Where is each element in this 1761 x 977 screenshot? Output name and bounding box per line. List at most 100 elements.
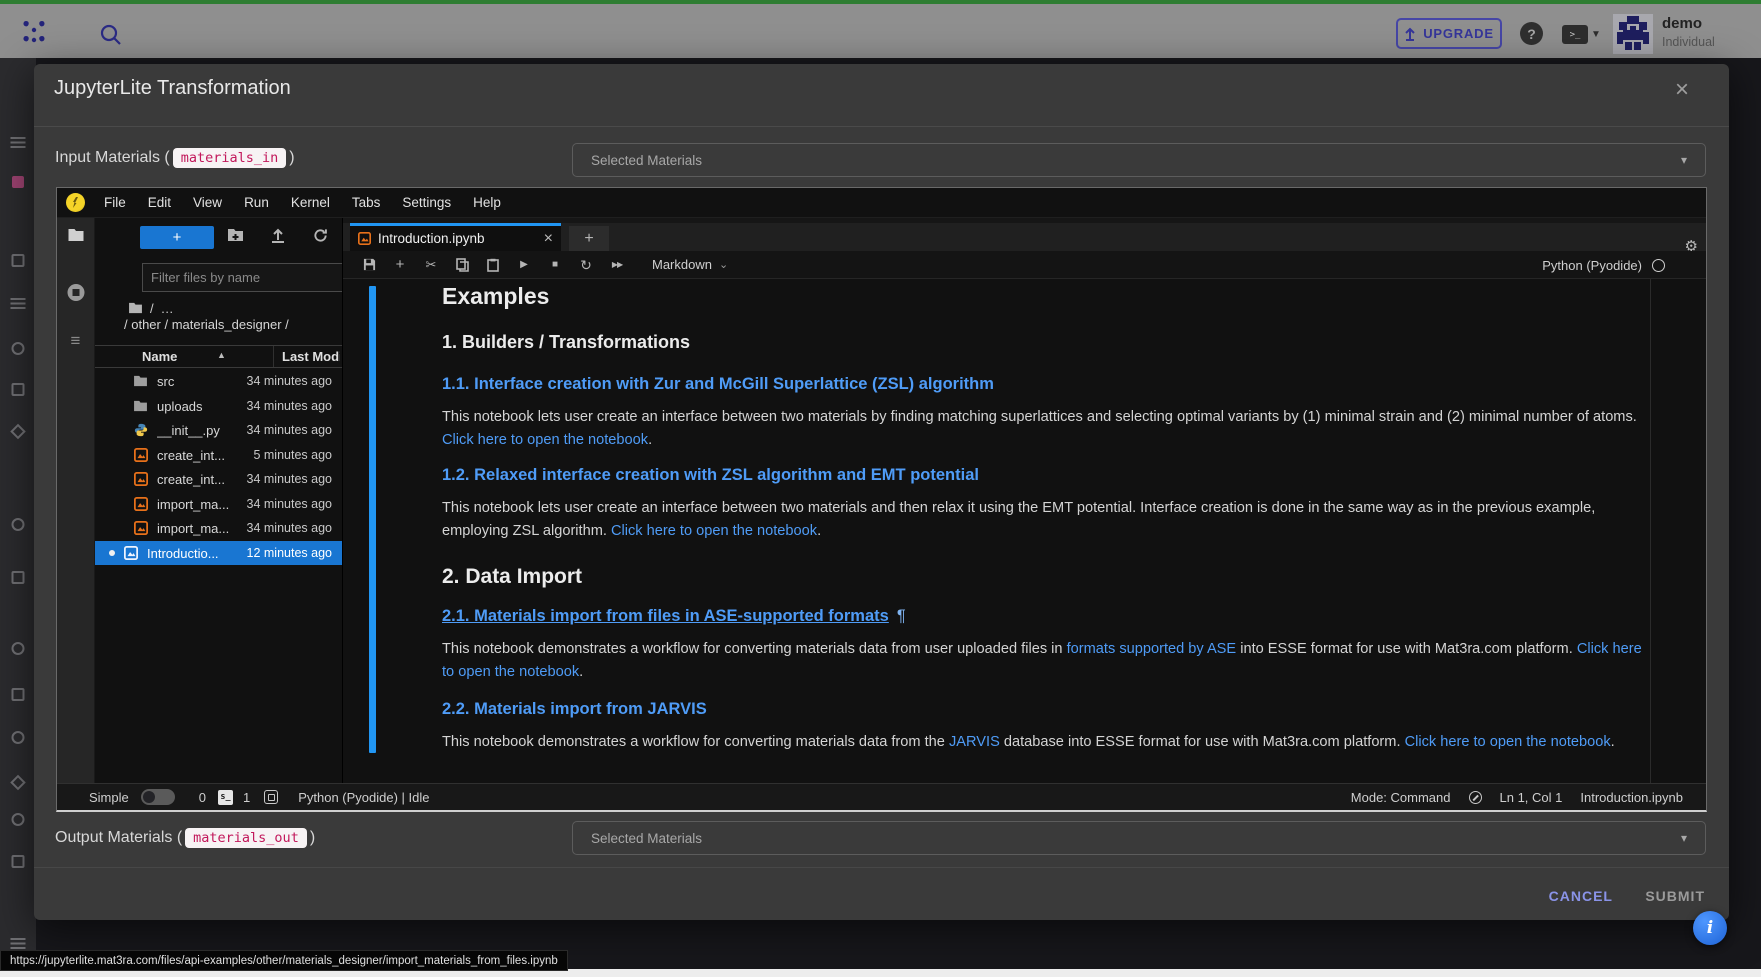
sort-ascending-icon[interactable]: ▲: [217, 350, 226, 360]
cell-type-select[interactable]: Markdown ⌄: [652, 257, 728, 272]
simple-mode-toggle[interactable]: [141, 789, 175, 805]
kernel-indicator[interactable]: Python (Pyodide): [1542, 251, 1665, 279]
heading-1-1[interactable]: 1.1. Interface creation with Zur and McG…: [442, 375, 1647, 394]
output-label-text: Output Materials (: [55, 829, 182, 847]
menu-run[interactable]: Run: [233, 195, 280, 210]
input-selected-materials-select[interactable]: Selected Materials ▾: [572, 143, 1706, 177]
kernel-status-text[interactable]: Python (Pyodide) | Idle: [298, 790, 429, 805]
menu-help[interactable]: Help: [462, 195, 512, 210]
file-row[interactable]: __init__.py 34 minutes ago: [95, 418, 342, 442]
menu-tabs[interactable]: Tabs: [341, 195, 392, 210]
column-header-modified[interactable]: Last Modified: [282, 349, 340, 364]
heading-2-1-text[interactable]: 2.1. Materials import from files in ASE-…: [442, 607, 889, 625]
sidebar-item-icon[interactable]: [12, 518, 25, 531]
user-name: demo: [1662, 15, 1702, 32]
cancel-button[interactable]: CANCEL: [1549, 882, 1613, 910]
insert-cell-icon[interactable]: +: [392, 257, 408, 272]
stop-icon[interactable]: ■: [547, 260, 563, 270]
new-launcher-button[interactable]: +: [140, 226, 214, 249]
cut-icon[interactable]: ✂: [423, 258, 439, 271]
status-right: Mode: Command Ln 1, Col 1 Introduction.i…: [1351, 790, 1683, 805]
kernel-name: Python (Pyodide): [1542, 258, 1642, 273]
column-header-name[interactable]: Name: [142, 349, 177, 364]
home-folder-icon[interactable]: [128, 302, 143, 314]
sidebar-item-icon[interactable]: [12, 383, 25, 396]
file-row-selected[interactable]: Introductio... 12 minutes ago: [95, 541, 342, 565]
save-icon[interactable]: [361, 258, 377, 271]
menu-settings[interactable]: Settings: [391, 195, 462, 210]
text: .: [1611, 734, 1615, 750]
heading-1-2[interactable]: 1.2. Relaxed interface creation with ZSL…: [442, 466, 1647, 485]
terminals-count[interactable]: 0: [199, 790, 206, 805]
cursor-position[interactable]: Ln 1, Col 1: [1500, 790, 1563, 805]
menu-kernel[interactable]: Kernel: [280, 195, 341, 210]
refresh-icon[interactable]: [313, 228, 328, 248]
table-of-contents-tab-icon[interactable]: ≡: [71, 332, 81, 349]
close-icon[interactable]: ×: [544, 231, 553, 247]
sidebar-item-icon[interactable]: [12, 254, 25, 267]
file-browser-tab-icon[interactable]: [67, 228, 84, 247]
accessibility-icon[interactable]: [1469, 791, 1482, 804]
notebook-link[interactable]: Click here to open the notebook: [611, 523, 817, 539]
sidebar-item-icon[interactable]: [12, 855, 25, 868]
pilcrow-anchor[interactable]: ¶: [897, 607, 906, 625]
new-folder-icon[interactable]: [227, 228, 244, 247]
kernels-count[interactable]: 1: [243, 790, 250, 805]
file-row[interactable]: uploads 34 minutes ago: [95, 394, 342, 418]
menu-edit[interactable]: Edit: [137, 195, 182, 210]
copy-icon[interactable]: [454, 258, 470, 272]
active-filename: Introduction.ipynb: [1580, 790, 1683, 805]
avatar[interactable]: [1613, 14, 1653, 54]
restart-run-all-icon[interactable]: ▶▶: [609, 261, 625, 269]
file-row[interactable]: import_ma... 34 minutes ago: [95, 492, 342, 516]
sidebar-item-icon[interactable]: [10, 775, 26, 791]
sidebar-item-icon[interactable]: [12, 688, 25, 701]
info-button[interactable]: i: [1693, 911, 1727, 945]
file-row[interactable]: create_int... 5 minutes ago: [95, 443, 342, 467]
heading-2-2[interactable]: 2.2. Materials import from JARVIS: [442, 700, 1647, 719]
breadcrumb-ellipsis[interactable]: …: [161, 301, 174, 316]
file-row[interactable]: src 34 minutes ago: [95, 369, 342, 393]
run-icon[interactable]: ▶: [516, 260, 532, 270]
console-menu-button[interactable]: >_ ▼: [1562, 25, 1601, 44]
sidebar-item-icon[interactable]: [12, 731, 25, 744]
upgrade-button[interactable]: UPGRADE: [1396, 18, 1502, 49]
running-kernels-tab-icon[interactable]: [67, 284, 84, 301]
sidebar-item-icon[interactable]: [12, 642, 25, 655]
sidebar-menu-icon[interactable]: [11, 137, 26, 148]
file-row[interactable]: import_ma... 34 minutes ago: [95, 516, 342, 540]
sidebar-item-icon[interactable]: [12, 342, 25, 355]
sidebar-item-icon[interactable]: [11, 298, 26, 309]
tab-introduction-ipynb[interactable]: Introduction.ipynb ×: [350, 223, 561, 251]
menu-view[interactable]: View: [182, 195, 233, 210]
output-label-paren: ): [310, 829, 315, 847]
upload-icon[interactable]: [271, 228, 285, 248]
paste-icon[interactable]: [485, 258, 501, 272]
mode-indicator[interactable]: Mode: Command: [1351, 790, 1451, 805]
output-selected-materials-select[interactable]: Selected Materials ▾: [572, 821, 1706, 855]
help-icon[interactable]: ?: [1520, 22, 1543, 45]
submit-button[interactable]: SUBMIT: [1645, 882, 1705, 910]
notebook-link[interactable]: Click here to open the notebook: [1405, 734, 1611, 750]
sidebar-item-icon[interactable]: [12, 571, 25, 584]
heading-2-1[interactable]: 2.1. Materials import from files in ASE-…: [442, 607, 1647, 626]
sidebar-accent-icon[interactable]: [12, 176, 24, 188]
file-filter-input[interactable]: [151, 270, 347, 285]
notebook-link[interactable]: Click here to open the notebook: [442, 432, 648, 448]
menu-file[interactable]: File: [93, 195, 137, 210]
file-row[interactable]: create_int... 34 minutes ago: [95, 467, 342, 491]
sidebar-item-icon[interactable]: [10, 424, 26, 440]
add-tab-button[interactable]: +: [569, 226, 609, 251]
search-icon[interactable]: [98, 22, 124, 48]
jarvis-link[interactable]: JARVIS: [949, 734, 1000, 750]
scrollbar-track[interactable]: [1650, 279, 1651, 783]
sidebar-item-icon[interactable]: [12, 813, 25, 826]
close-icon[interactable]: ×: [1671, 74, 1693, 106]
breadcrumb-path[interactable]: / other / materials_designer /: [124, 317, 289, 335]
mat3ra-logo-icon[interactable]: [18, 17, 50, 49]
notebook-content[interactable]: Examples 1. Builders / Transformations 1…: [343, 279, 1706, 783]
file-name: create_int...: [157, 448, 225, 463]
sidebar-item-icon[interactable]: [11, 938, 26, 949]
restart-kernel-icon[interactable]: ↻: [578, 258, 594, 272]
ase-formats-link[interactable]: formats supported by ASE: [1067, 641, 1237, 657]
